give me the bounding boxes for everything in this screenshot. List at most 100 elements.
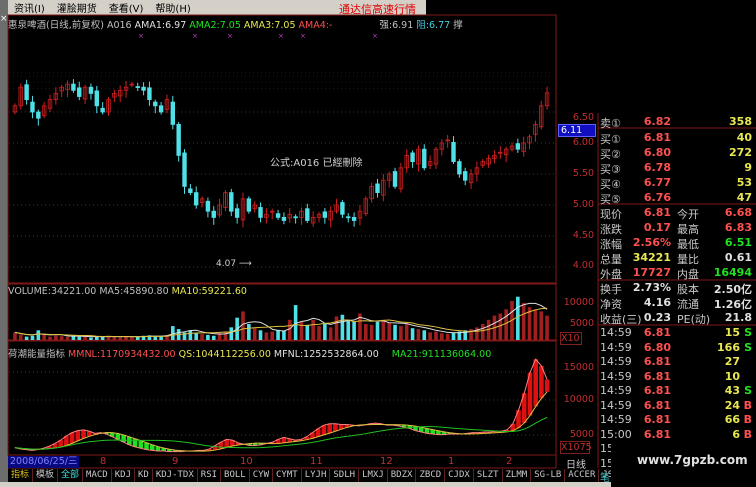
tab-cyw[interactable]: CYW bbox=[250, 469, 273, 482]
tick-row: 14:59 6.81 43 S bbox=[599, 384, 754, 399]
volume-multiplier: X10 bbox=[560, 332, 582, 345]
tick-row: 14:59 6.81 27 bbox=[599, 355, 754, 370]
price-axis-label: 6.50 bbox=[572, 112, 594, 123]
candle-body bbox=[322, 211, 328, 218]
tab-bdzx[interactable]: BDZX bbox=[388, 469, 417, 482]
tab-sg-lb[interactable]: SG-LB bbox=[531, 469, 566, 482]
ama1-value: AMA1:6.97 bbox=[134, 20, 187, 31]
book-price: 6.80 bbox=[643, 146, 671, 159]
tick-volume: 24 bbox=[724, 398, 740, 412]
qs-value: QS:1044112256.00 bbox=[178, 349, 271, 360]
formula-name: A016 bbox=[106, 20, 132, 31]
tab-kdj-tdx[interactable]: KDJ-TDX bbox=[153, 469, 198, 482]
tick-price: 6.81 bbox=[643, 384, 671, 397]
tab-kd[interactable]: KD bbox=[135, 469, 153, 482]
tick-row: 14:59 6.81 66 B bbox=[599, 413, 754, 428]
tab-kdj[interactable]: KDJ bbox=[112, 469, 135, 482]
tab-accer[interactable]: ACCER bbox=[565, 469, 600, 482]
book-price: 6.82 bbox=[643, 115, 671, 128]
volume-bar bbox=[188, 330, 193, 340]
tab-全部[interactable]: 全部 bbox=[58, 469, 84, 482]
candle-body bbox=[515, 143, 521, 150]
tick-volume: 15 bbox=[724, 326, 740, 339]
mmnl-line bbox=[14, 358, 548, 453]
stat-value: 0.17 bbox=[643, 221, 671, 234]
volume-bar bbox=[24, 336, 29, 340]
tab-指标[interactable]: 指标 bbox=[8, 469, 34, 482]
fund-label: 净资 bbox=[600, 298, 622, 311]
volume-bar bbox=[399, 326, 403, 340]
volume-ma5: MA5:45890.80 bbox=[99, 286, 169, 297]
volume-bar bbox=[211, 335, 216, 340]
tick-row: 14:59 6.81 10 bbox=[599, 370, 754, 385]
book-label: 卖① bbox=[600, 117, 621, 130]
price-axis-label: 5.00 bbox=[572, 199, 594, 210]
volume-bar bbox=[59, 336, 64, 340]
volume-bar bbox=[229, 327, 234, 340]
stat-label-2: 最低 bbox=[677, 238, 699, 251]
tick-time: 14:59 bbox=[600, 398, 632, 412]
month-label: 11 bbox=[310, 456, 323, 467]
volume-bar bbox=[206, 334, 210, 340]
book-price: 6.76 bbox=[643, 191, 671, 204]
volume-bar bbox=[451, 332, 456, 340]
resist-value: 阻:6.77 bbox=[416, 20, 451, 31]
candle-body bbox=[158, 105, 164, 113]
panel-border bbox=[7, 14, 557, 284]
volume-bar bbox=[18, 334, 23, 340]
book-label: 买① bbox=[600, 133, 621, 146]
candle-body bbox=[410, 152, 415, 162]
volume-bar bbox=[480, 324, 485, 340]
volume-bar bbox=[328, 327, 333, 340]
volume-bar bbox=[276, 329, 280, 340]
tick-side: B bbox=[743, 427, 752, 441]
indicator-axis-label: 5000 bbox=[569, 429, 594, 440]
tab-rsi[interactable]: RSI bbox=[198, 469, 222, 482]
candle-body bbox=[229, 192, 234, 212]
tab-cymt[interactable]: CYMT bbox=[273, 469, 302, 482]
stat-value-2: 0.61 bbox=[724, 251, 752, 264]
stat-label: 总量 bbox=[600, 253, 622, 266]
candle-body bbox=[170, 101, 176, 125]
stat-value-2: 6.51 bbox=[724, 236, 752, 249]
tab-slzt[interactable]: SLZT bbox=[474, 469, 503, 482]
volume-bar bbox=[311, 319, 315, 340]
tab-boll[interactable]: BOLL bbox=[221, 469, 250, 482]
tab-macd[interactable]: MACD bbox=[83, 469, 112, 482]
volume-bar bbox=[305, 324, 310, 340]
tick-row: 14:59 6.80 166 S bbox=[599, 341, 754, 356]
volume-bar bbox=[282, 330, 286, 340]
volume-bar bbox=[13, 332, 17, 340]
tab-cjdx[interactable]: CJDX bbox=[445, 469, 474, 482]
tick-volume: 43 bbox=[724, 384, 740, 397]
tab-模板[interactable]: 模板 bbox=[33, 469, 59, 482]
candle-body bbox=[392, 171, 398, 187]
support-label: 撑 bbox=[453, 20, 463, 31]
volume-bar bbox=[194, 333, 199, 340]
tab-lyjh[interactable]: LYJH bbox=[302, 469, 331, 482]
volume-bar bbox=[77, 336, 82, 340]
tab-zbcd[interactable]: ZBCD bbox=[416, 469, 446, 482]
tab-zlmm[interactable]: ZLMM bbox=[503, 469, 532, 482]
fundamental-row: 换手 2.73% 股本 2.50亿 bbox=[599, 281, 754, 296]
stat-row: 涨幅 2.56% 最低 6.51 bbox=[599, 236, 754, 251]
book-volume: 9 bbox=[744, 161, 752, 174]
fundamental-row: 净资 4.16 流通 1.26亿 bbox=[599, 296, 754, 311]
candle-body bbox=[30, 101, 35, 113]
price-axis-label: 4.50 bbox=[572, 230, 594, 241]
date-bar: 2008/06/25/三 8 9 10 11 12 1 2 bbox=[8, 456, 556, 468]
volume-bar bbox=[404, 324, 409, 340]
volume-bar bbox=[287, 319, 292, 340]
volume-bar bbox=[317, 326, 321, 340]
tab-sdlh[interactable]: SDLH bbox=[330, 469, 360, 482]
stat-label-2: 今开 bbox=[677, 208, 699, 221]
candle-body bbox=[205, 200, 211, 212]
fund-label-2: 股本 bbox=[677, 283, 699, 296]
indicator-multiplier: X1075 bbox=[560, 441, 592, 454]
volume-bar bbox=[352, 321, 356, 340]
volume-bar bbox=[445, 334, 450, 340]
volume-bar bbox=[440, 333, 444, 340]
tab-lmxj[interactable]: LMXJ bbox=[359, 469, 388, 482]
stat-value-2: 16494 bbox=[713, 266, 752, 279]
low-price-marker: 4.07 ⟶ bbox=[216, 259, 252, 269]
